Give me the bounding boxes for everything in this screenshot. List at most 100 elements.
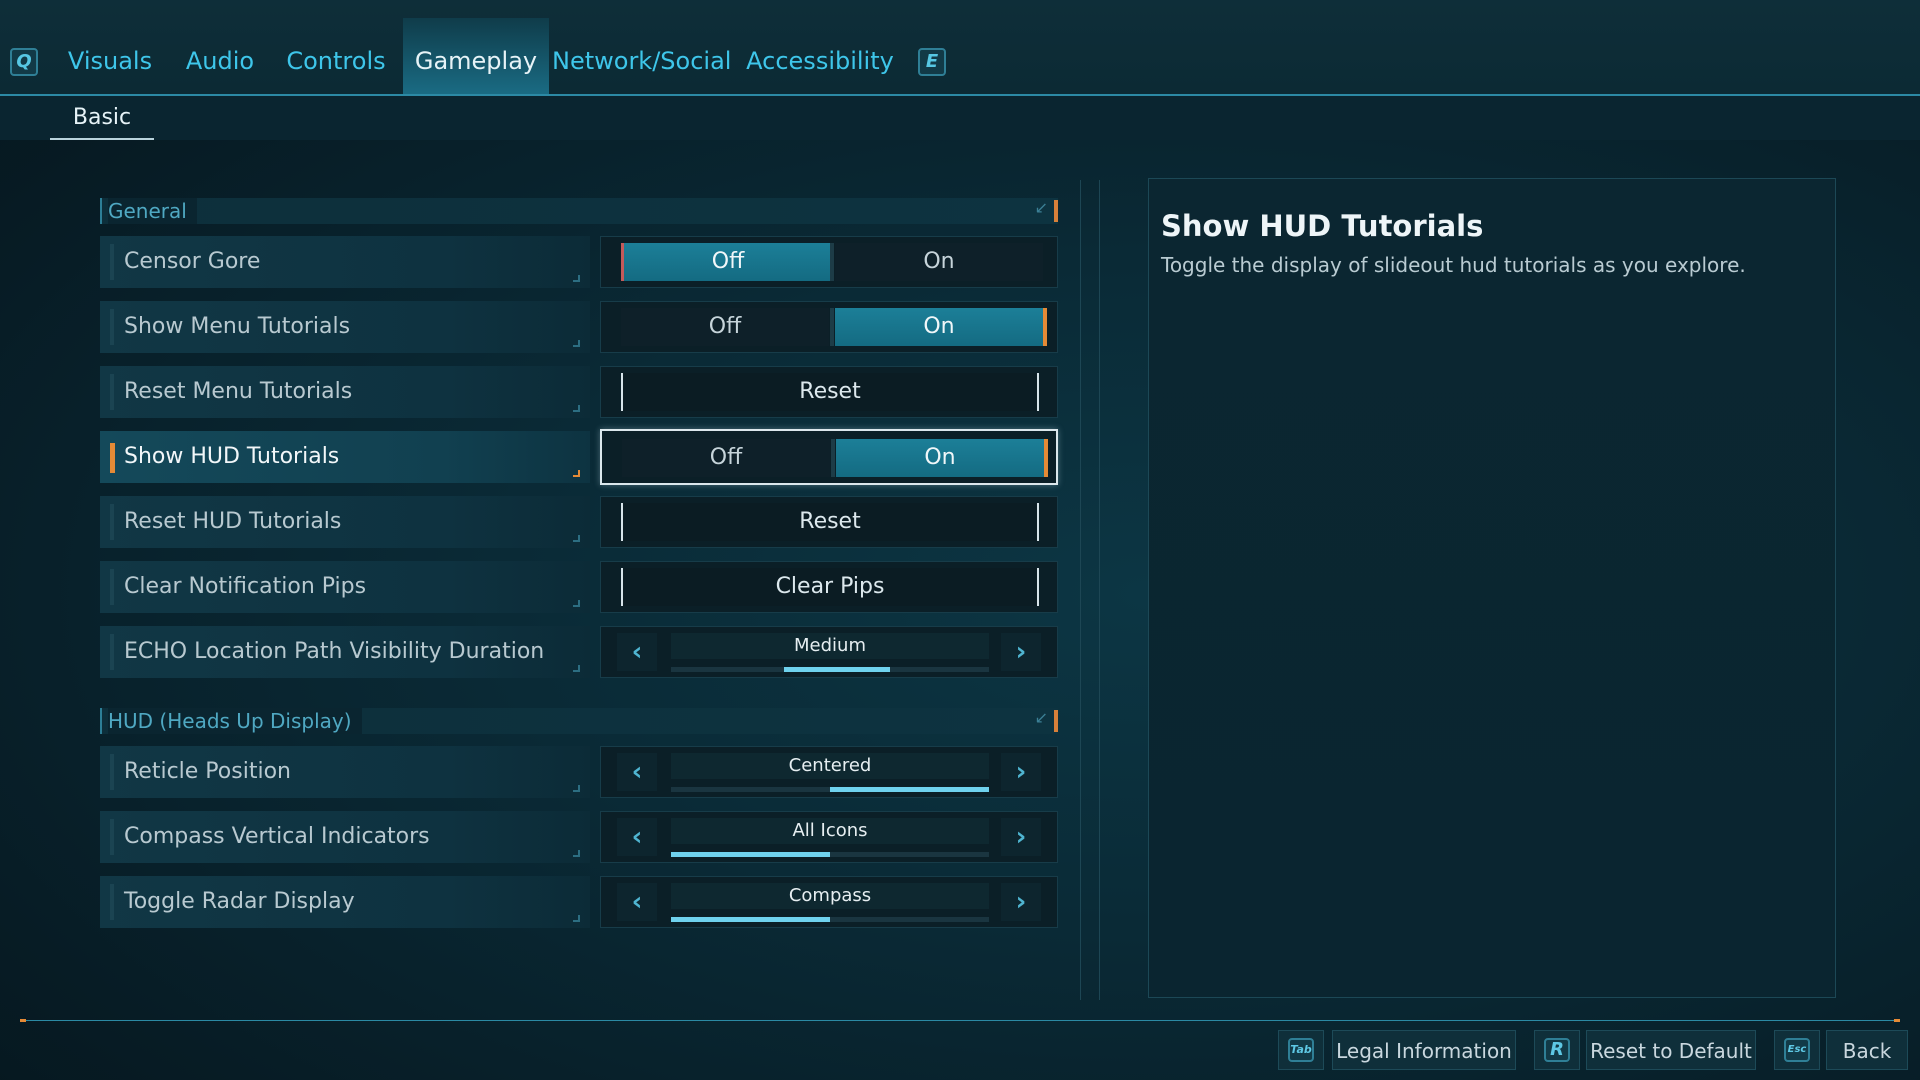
setting-row-echo-location-path-duration[interactable]: ECHO Location Path Visibility Duration [100,626,590,678]
show-hud-tutorials-toggle[interactable]: Off On [600,429,1058,485]
row-corner-tick [573,340,580,347]
toggle-on-option[interactable]: On [836,439,1048,477]
censor-gore-toggle[interactable]: Off On [600,236,1058,288]
row-grip [110,374,114,410]
selector-track [671,787,989,792]
setting-row-clear-notification-pips[interactable]: Clear Notification Pips [100,561,590,613]
section-corner-marker [1054,710,1058,732]
tab-key-hint[interactable]: Tab [1278,1030,1324,1070]
selector-value: Centered [671,753,989,779]
toggle-off-option[interactable]: Off [621,308,829,346]
reset-hud-tutorials-button[interactable]: Reset [621,503,1039,541]
row-grip [110,634,114,670]
chevron-right-icon[interactable]: › [1001,883,1041,921]
toggle-off-option[interactable]: Off [621,243,832,281]
chevron-right-icon[interactable]: › [1001,633,1041,671]
chevron-left-icon[interactable]: ‹ [617,883,657,921]
row-corner-tick [573,470,580,477]
setting-row-censor-gore[interactable]: Censor Gore [100,236,590,288]
row-corner-tick [573,275,580,282]
chevron-right-icon[interactable]: › [1001,753,1041,791]
row-corner-tick [573,915,580,922]
row-grip [110,754,114,790]
tab-network-social[interactable]: Network/Social [552,36,731,94]
setting-label: Reset HUD Tutorials [124,509,342,534]
selector-track [671,667,989,672]
setting-label: Reticle Position [124,759,291,784]
toggle-divider [831,439,835,477]
chevron-left-icon[interactable]: ‹ [617,818,657,856]
echo-location-duration-selector[interactable]: ‹ Medium › [600,626,1058,678]
row-corner-tick [573,785,580,792]
reset-menu-tutorials-control[interactable]: Reset [600,366,1058,418]
section-title: General [108,198,197,224]
setting-label: Show Menu Tutorials [124,314,351,339]
row-grip [110,309,114,345]
selector-value: Medium [671,633,989,659]
row-grip [110,504,114,540]
setting-row-reset-menu-tutorials[interactable]: Reset Menu Tutorials [100,366,590,418]
setting-row-compass-vertical-indicators[interactable]: Compass Vertical Indicators [100,811,590,863]
setting-label: ECHO Location Path Visibility Duration [124,639,545,664]
toggle-on-option[interactable]: On [835,308,1047,346]
description-text: Toggle the display of slideout hud tutor… [1161,253,1746,277]
reticle-position-selector[interactable]: ‹ Centered › [600,746,1058,798]
row-corner-tick [573,850,580,857]
row-grip [110,569,114,605]
selector-position-fill [830,787,989,792]
r-key-icon: R [1544,1038,1570,1062]
show-menu-tutorials-toggle[interactable]: Off On [600,301,1058,353]
setting-row-toggle-radar-display[interactable]: Toggle Radar Display [100,876,590,928]
legal-information-button[interactable]: Legal Information [1332,1030,1516,1070]
reset-to-default-button[interactable]: Reset to Default [1586,1030,1756,1070]
panel-divider [1080,180,1100,1000]
clear-notification-pips-control[interactable]: Clear Pips [600,561,1058,613]
setting-row-show-hud-tutorials[interactable]: Show HUD Tutorials [100,431,590,483]
selector-track [671,917,989,922]
tab-gameplay[interactable]: Gameplay [403,18,549,94]
back-button[interactable]: Back [1826,1030,1908,1070]
clear-pips-button[interactable]: Clear Pips [621,568,1039,606]
section-corner-marker [1054,200,1058,222]
toggle-off-option[interactable]: Off [622,439,830,477]
reset-hud-tutorials-control[interactable]: Reset [600,496,1058,548]
toggle-on-option[interactable]: On [835,243,1043,281]
r-key-hint[interactable]: R [1534,1030,1580,1070]
focus-marker [110,443,115,473]
tab-visuals[interactable]: Visuals [56,36,164,94]
toggle-divider [830,308,834,346]
tab-audio[interactable]: Audio [178,36,262,94]
chevron-left-icon[interactable]: ‹ [617,753,657,791]
setting-label: Reset Menu Tutorials [124,379,353,404]
chevron-right-icon[interactable]: › [1001,818,1041,856]
setting-label: Clear Notification Pips [124,574,367,599]
esc-key-icon: Esc [1784,1038,1810,1062]
chevron-left-icon[interactable]: ‹ [617,633,657,671]
compass-vertical-indicators-selector[interactable]: ‹ All Icons › [600,811,1058,863]
subtab-basic[interactable]: Basic [50,100,154,140]
selector-position-fill [671,917,830,922]
row-grip [110,244,114,280]
toggle-radar-display-selector[interactable]: ‹ Compass › [600,876,1058,928]
row-corner-tick [573,665,580,672]
selector-position-fill [671,852,830,857]
section-title: HUD (Heads Up Display) [108,708,362,734]
selector-value: All Icons [671,818,989,844]
tab-key-icon: Tab [1288,1038,1314,1062]
setting-label: Toggle Radar Display [124,889,355,914]
section-header-hud: HUD (Heads Up Display) ↙ [100,708,1058,734]
next-tab-key-icon[interactable]: E [918,48,946,76]
setting-row-reticle-position[interactable]: Reticle Position [100,746,590,798]
collapse-arrow-icon[interactable]: ↙ [1035,708,1048,727]
row-corner-tick [573,405,580,412]
setting-row-show-menu-tutorials[interactable]: Show Menu Tutorials [100,301,590,353]
setting-row-reset-hud-tutorials[interactable]: Reset HUD Tutorials [100,496,590,548]
tab-accessibility[interactable]: Accessibility [740,36,900,94]
esc-key-hint[interactable]: Esc [1774,1030,1820,1070]
collapse-arrow-icon[interactable]: ↙ [1035,198,1048,217]
reset-menu-tutorials-button[interactable]: Reset [621,373,1039,411]
prev-tab-key-icon[interactable]: Q [10,48,38,76]
row-grip [110,819,114,855]
tab-controls[interactable]: Controls [276,36,396,94]
description-title: Show HUD Tutorials [1161,209,1484,243]
